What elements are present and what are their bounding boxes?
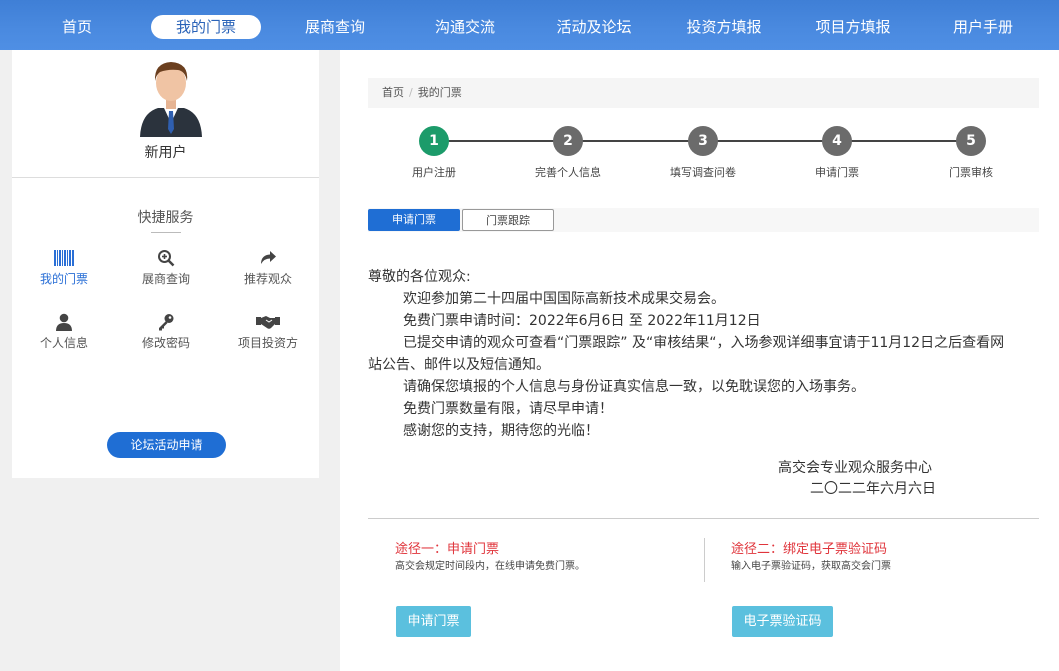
username: 新用户 — [144, 145, 187, 161]
route-1-title: 途径一：申请门票 — [395, 542, 500, 557]
quick-service-label: 项目投资方 — [237, 336, 298, 350]
divider — [368, 518, 1039, 519]
step-3-circle: 3 — [688, 126, 718, 156]
quick-service-personal-info[interactable]: 个人信息 — [19, 312, 109, 351]
quick-service-change-password[interactable]: 修改密码 — [121, 312, 211, 351]
step-2-label: 完善个人信息 — [535, 166, 601, 179]
step-3-label: 填写调查问卷 — [670, 166, 736, 179]
quick-service-project-investor[interactable]: 项目投资方 — [223, 312, 313, 351]
nav-item-exhibitor-search[interactable]: 展商查询 — [290, 15, 380, 39]
breadcrumb-separator: / — [409, 86, 413, 99]
user-icon — [19, 312, 109, 332]
quick-service-label: 个人信息 — [39, 336, 88, 350]
nav-item-project-report[interactable]: 项目方填报 — [803, 15, 903, 39]
nav-item-home[interactable]: 首页 — [40, 15, 114, 39]
notice-line: 免费门票申请时间：2022年6月6日 至 2022年11月12日 — [403, 313, 761, 329]
left-panel: 新用户 快捷服务 我的门票 展商查询 推荐观众 个人信息 修改密码 项目投资方 … — [12, 50, 319, 478]
avatar — [140, 62, 202, 137]
step-1-label: 用户注册 — [412, 166, 456, 179]
notice-line: 请确保您填报的个人信息与身份证真实信息一致，以免耽误您的入场事务。 — [403, 379, 865, 395]
tab-bar: 申请门票 门票跟踪 — [368, 208, 1039, 232]
quick-services-title: 快捷服务 — [137, 210, 194, 226]
notice-line: 欢迎参加第二十四届中国国际高新技术成果交易会。 — [403, 291, 725, 307]
e-ticket-code-button[interactable]: 电子票验证码 — [732, 606, 833, 637]
step-5-label: 门票审核 — [949, 166, 993, 179]
quick-services-underline — [151, 232, 181, 233]
nav-item-communication[interactable]: 沟通交流 — [420, 15, 510, 39]
divider — [12, 177, 319, 178]
share-arrow-icon — [223, 248, 313, 268]
nav-item-my-tickets[interactable]: 我的门票 — [151, 15, 261, 39]
quick-service-label: 修改密码 — [141, 336, 190, 350]
handshake-icon — [223, 312, 313, 332]
notice-line: 免费门票数量有限，请尽早申请！ — [403, 401, 613, 417]
search-plus-icon — [121, 248, 211, 268]
forum-apply-button[interactable]: 论坛活动申请 — [107, 432, 226, 458]
key-icon — [121, 312, 211, 332]
quick-service-exhibitor-search[interactable]: 展商查询 — [121, 248, 211, 287]
breadcrumb-home[interactable]: 首页 — [382, 78, 404, 108]
nav-item-user-manual[interactable]: 用户手册 — [938, 15, 1028, 39]
main-panel: 首页 / 我的门票 1 用户注册 2 完善个人信息 3 填写调查问卷 4 申请门票 … — [340, 50, 1059, 671]
quick-service-recommend[interactable]: 推荐观众 — [223, 248, 313, 287]
step-4-label: 申请门票 — [815, 166, 859, 179]
nav-item-events-forum[interactable]: 活动及论坛 — [544, 15, 644, 39]
quick-service-label: 推荐观众 — [243, 272, 292, 286]
nav-item-investor-report[interactable]: 投资方填报 — [674, 15, 774, 39]
tab-ticket-tracking[interactable]: 门票跟踪 — [462, 209, 554, 231]
notice-greeting: 尊敬的各位观众: — [368, 269, 471, 285]
tab-apply-ticket[interactable]: 申请门票 — [368, 209, 460, 231]
top-nav: 首页 我的门票 展商查询 沟通交流 活动及论坛 投资方填报 项目方填报 用户手册 — [0, 0, 1059, 50]
quick-service-label: 我的门票 — [39, 272, 88, 286]
notice-line: 已提交申请的观众可查看“门票跟踪” 及“审核结果“，入场参观详细事宜请于11月1… — [368, 335, 1005, 373]
notice-date: 二〇二二年六月六日 — [810, 481, 936, 497]
step-5-circle: 5 — [956, 126, 986, 156]
quick-service-my-tickets[interactable]: 我的门票 — [19, 248, 109, 287]
breadcrumb: 首页 / 我的门票 — [368, 78, 1039, 108]
apply-ticket-button[interactable]: 申请门票 — [396, 606, 471, 637]
notice-line: 感谢您的支持，期待您的光临！ — [403, 423, 599, 439]
step-4-circle: 4 — [822, 126, 852, 156]
notice-signature: 高交会专业观众服务中心 — [778, 460, 932, 476]
barcode-icon — [19, 248, 109, 268]
quick-service-label: 展商查询 — [141, 272, 190, 286]
step-1-circle: 1 — [419, 126, 449, 156]
route-2-title: 途径二：绑定电子票验证码 — [731, 542, 888, 557]
notice-text: 尊敬的各位观众: 欢迎参加第二十四届中国国际高新技术成果交易会。 免费门票申请时… — [368, 266, 1018, 442]
route-divider — [704, 538, 705, 582]
route-2-desc: 输入电子票验证码，获取高交会门票 — [731, 561, 891, 572]
breadcrumb-current: 我的门票 — [417, 86, 462, 99]
route-1-desc: 高交会规定时间段内，在线申请免费门票。 — [395, 561, 585, 572]
step-2-circle: 2 — [553, 126, 583, 156]
